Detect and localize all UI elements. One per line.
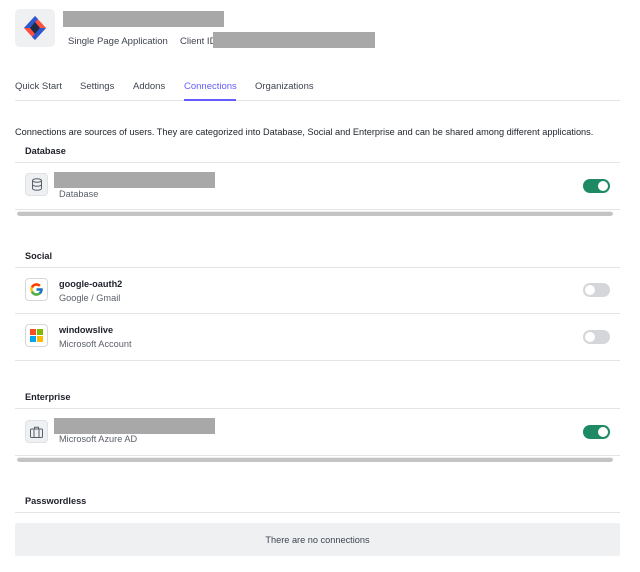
divider xyxy=(15,512,620,513)
divider xyxy=(15,455,620,456)
toggle-knob xyxy=(585,332,595,342)
toggle-knob xyxy=(598,181,608,191)
connection-subtitle: Microsoft Account xyxy=(59,339,132,349)
tab-bar: Quick Start Settings Addons Connections … xyxy=(15,80,620,101)
horizontal-scrollbar[interactable] xyxy=(17,457,613,462)
divider xyxy=(15,162,620,163)
connection-subtitle: Database xyxy=(59,189,99,199)
connection-subtitle: Microsoft Azure AD xyxy=(59,434,138,444)
connections-description: Connections are sources of users. They a… xyxy=(15,127,594,137)
divider xyxy=(15,360,620,361)
tab-organizations[interactable]: Organizations xyxy=(255,81,314,92)
azure-ad-connection-toggle[interactable] xyxy=(583,425,610,439)
connection-subtitle: Google / Gmail xyxy=(59,293,121,303)
divider xyxy=(15,209,620,210)
divider xyxy=(15,267,620,268)
divider xyxy=(15,313,620,314)
tab-connections[interactable]: Connections xyxy=(184,81,237,92)
app-name-redacted xyxy=(63,11,224,27)
toggle-knob xyxy=(598,427,608,437)
horizontal-scrollbar[interactable] xyxy=(17,211,613,216)
client-id-label: Client ID xyxy=(180,36,217,47)
section-title-enterprise: Enterprise xyxy=(25,392,71,402)
database-connection-name-redacted xyxy=(54,172,215,188)
passwordless-empty-state: There are no connections xyxy=(15,523,620,556)
connection-name: google-oauth2 xyxy=(59,279,123,289)
google-icon xyxy=(25,278,48,301)
toggle-knob xyxy=(585,285,595,295)
microsoft-icon xyxy=(25,324,48,347)
section-title-passwordless: Passwordless xyxy=(25,496,87,506)
database-connection-toggle[interactable] xyxy=(583,179,610,193)
empty-state-text: There are no connections xyxy=(265,534,370,545)
connection-name: windowslive xyxy=(59,325,114,335)
client-id-redacted xyxy=(213,32,375,48)
tab-settings[interactable]: Settings xyxy=(80,81,114,92)
google-oauth2-toggle[interactable] xyxy=(583,283,610,297)
section-title-social: Social xyxy=(25,251,53,261)
app-type-label: Single Page Application xyxy=(68,36,168,47)
windowslive-toggle[interactable] xyxy=(583,330,610,344)
tab-quick-start[interactable]: Quick Start xyxy=(15,81,62,92)
briefcase-icon xyxy=(25,420,48,443)
divider xyxy=(15,408,620,409)
app-logo-icon xyxy=(24,16,46,40)
tab-addons[interactable]: Addons xyxy=(133,81,165,92)
enterprise-connection-name-redacted xyxy=(54,418,215,434)
database-icon xyxy=(25,173,48,196)
app-logo xyxy=(15,9,55,47)
section-title-database: Database xyxy=(25,146,66,156)
active-tab-indicator xyxy=(184,99,236,101)
